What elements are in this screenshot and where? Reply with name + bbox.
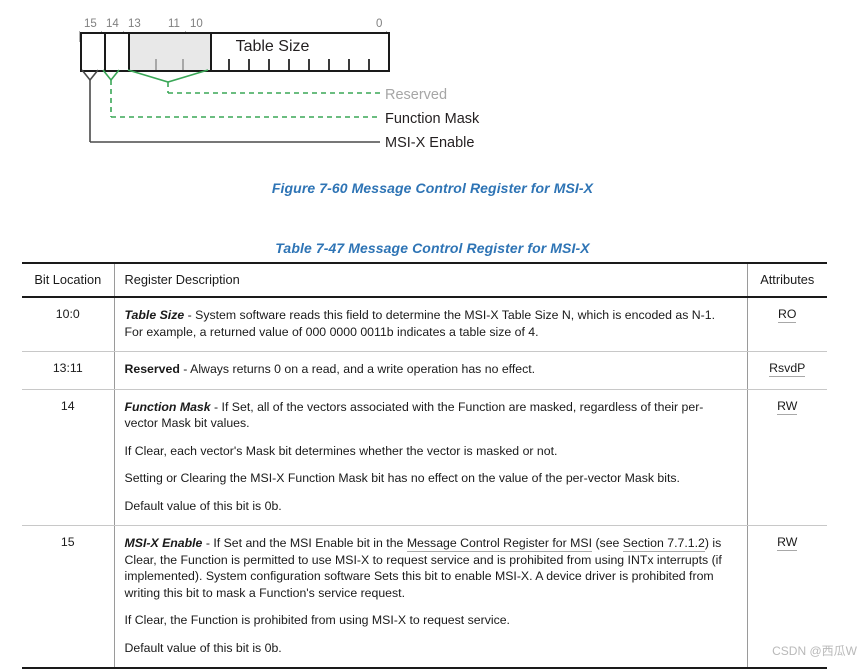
field-term: Table Size bbox=[124, 308, 185, 322]
table-row: 15 MSI-X Enable - If Set and the MSI Ena… bbox=[22, 525, 827, 669]
table-row: 13:11 Reserved - Always returns 0 on a r… bbox=[22, 351, 827, 390]
csdn-watermark: CSDN @西瓜W bbox=[772, 644, 857, 658]
description-paragraph: Default value of this bit is 0b. bbox=[124, 640, 282, 655]
field-term: MSI-X Enable bbox=[124, 536, 203, 550]
attribute-link[interactable]: RsvdP bbox=[769, 361, 806, 377]
register-description-cell: Reserved - Always returns 0 on a read, a… bbox=[113, 351, 747, 390]
description-paragraph: Table Size - System software reads this … bbox=[125, 307, 737, 340]
register-description-table: Bit Location Register Description Attrib… bbox=[22, 262, 827, 669]
register-figure: 15 14 13 11 10 0 Table Size Reserved Fun… bbox=[0, 0, 865, 210]
attribute-cell: RW bbox=[746, 389, 827, 526]
register-description-cell: Function Mask - If Set, all of the vecto… bbox=[113, 389, 747, 526]
bit-location-value: 13:11 bbox=[22, 351, 114, 390]
callout-label-msix-enable: MSI-X Enable bbox=[385, 135, 475, 151]
table-row: 10:0 Table Size - System software reads … bbox=[22, 297, 827, 352]
term-separator: - bbox=[210, 399, 222, 414]
field-term: Reserved bbox=[124, 362, 180, 376]
term-separator: - bbox=[179, 362, 191, 376]
description-paragraph: Reserved - Always returns 0 on a read, a… bbox=[125, 361, 737, 378]
description-text: Always returns 0 on a read, and a write … bbox=[190, 362, 536, 376]
bit-location-value: 15 bbox=[22, 525, 114, 669]
bit-location-value: 10:0 bbox=[22, 297, 114, 352]
attribute-cell: RsvdP bbox=[746, 351, 827, 390]
attribute-link[interactable]: RO bbox=[778, 307, 797, 323]
link-message-control-register-msi[interactable]: Message Control Register for MSI bbox=[406, 536, 593, 552]
field-term: Function Mask bbox=[124, 399, 211, 414]
figure-caption: Figure 7-60 Message Control Register for… bbox=[271, 180, 594, 196]
header-attributes: Attributes bbox=[746, 262, 827, 298]
callout-leader-lines bbox=[81, 69, 380, 143]
description-paragraph: MSI-X Enable - If Set and the MSI Enable… bbox=[125, 535, 737, 601]
callout-label-reserved: Reserved bbox=[385, 87, 448, 103]
attribute-link[interactable]: RW bbox=[777, 398, 798, 415]
description-text-a: If Set and the MSI Enable bit in the bbox=[213, 536, 407, 550]
register-description-cell: MSI-X Enable - If Set and the MSI Enable… bbox=[113, 525, 747, 669]
table-row: 14 Function Mask - If Set, all of the ve… bbox=[22, 389, 827, 526]
table-header-row: Bit Location Register Description Attrib… bbox=[22, 262, 827, 298]
description-text-b: (see bbox=[592, 536, 623, 550]
attribute-cell: RO bbox=[746, 297, 827, 352]
table-caption: Table 7-47 Message Control Register for … bbox=[275, 240, 590, 256]
callout-label-function-mask: Function Mask bbox=[385, 111, 480, 127]
register-description-cell: Table Size - System software reads this … bbox=[113, 297, 747, 352]
term-separator: - bbox=[202, 536, 214, 550]
description-paragraph: Function Mask - If Set, all of the vecto… bbox=[125, 399, 737, 432]
header-register-description: Register Description bbox=[113, 262, 747, 298]
description-paragraph: Setting or Clearing the MSI-X Function M… bbox=[124, 471, 680, 485]
attribute-link[interactable]: RW bbox=[777, 535, 798, 551]
description-paragraph: Default value of this bit is 0b. bbox=[124, 498, 282, 513]
description-paragraph: If Clear, the Function is prohibited fro… bbox=[124, 613, 510, 627]
link-section-7-7-1-2[interactable]: Section 7.7.1.2 bbox=[622, 536, 705, 552]
bit-location-value: 14 bbox=[22, 389, 114, 526]
description-text: System software reads this field to dete… bbox=[124, 308, 716, 339]
description-paragraph: If Clear, each vector's Mask bit determi… bbox=[124, 443, 558, 458]
header-bit-location: Bit Location bbox=[22, 262, 114, 298]
term-separator: - bbox=[184, 308, 196, 322]
